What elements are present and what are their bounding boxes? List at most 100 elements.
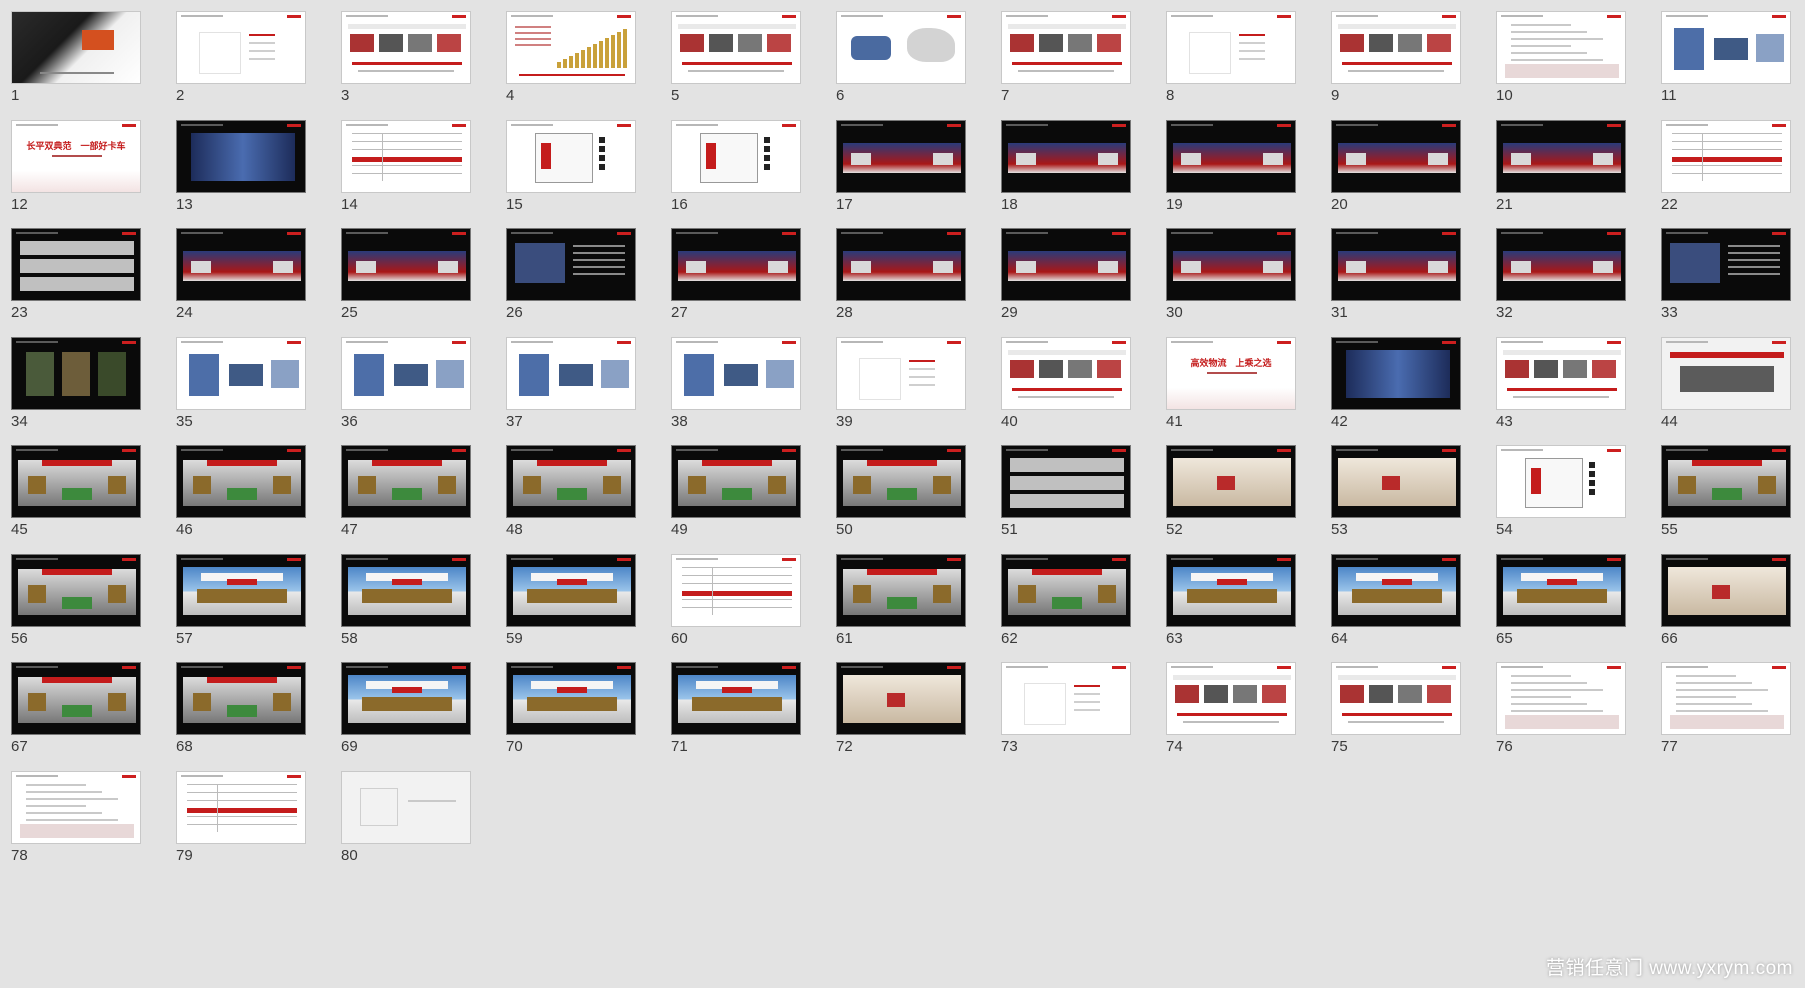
slide-thumbnail[interactable]: 38 bbox=[660, 326, 825, 451]
slide-thumbnail[interactable]: 23 bbox=[0, 217, 165, 342]
slide-thumbnail[interactable]: 66 bbox=[1650, 543, 1805, 668]
slide-preview[interactable] bbox=[671, 120, 801, 193]
slide-preview[interactable]: 高效物流 上乘之选 bbox=[1166, 337, 1296, 410]
slide-preview[interactable] bbox=[341, 120, 471, 193]
slide-preview[interactable] bbox=[11, 337, 141, 410]
slide-preview[interactable] bbox=[506, 554, 636, 627]
slide-thumbnail[interactable]: 51 bbox=[990, 434, 1155, 559]
slide-thumbnail[interactable]: 78 bbox=[0, 760, 165, 885]
slide-preview[interactable] bbox=[176, 337, 306, 410]
slide-thumbnail[interactable]: 80 bbox=[330, 760, 495, 885]
slide-thumbnail[interactable]: 54 bbox=[1485, 434, 1650, 559]
slide-thumbnail[interactable]: 63 bbox=[1155, 543, 1320, 668]
slide-thumbnail[interactable]: 71 bbox=[660, 651, 825, 776]
slide-preview[interactable] bbox=[1001, 11, 1131, 84]
slide-preview[interactable] bbox=[341, 337, 471, 410]
slide-thumbnail[interactable]: 49 bbox=[660, 434, 825, 559]
slide-thumbnail[interactable]: 42 bbox=[1320, 326, 1485, 451]
slide-thumbnail[interactable]: 32 bbox=[1485, 217, 1650, 342]
slide-thumbnail[interactable]: 65 bbox=[1485, 543, 1650, 668]
slide-preview[interactable] bbox=[671, 445, 801, 518]
slide-preview[interactable] bbox=[11, 771, 141, 844]
slide-thumbnail[interactable]: 高效物流 上乘之选 41 bbox=[1155, 326, 1320, 451]
slide-thumbnail[interactable]: 4 bbox=[495, 0, 660, 125]
slide-thumbnail[interactable]: 77 bbox=[1650, 651, 1805, 776]
slide-preview[interactable] bbox=[1661, 662, 1791, 735]
slide-preview[interactable] bbox=[506, 337, 636, 410]
slide-thumbnail[interactable]: 57 bbox=[165, 543, 330, 668]
slide-preview[interactable] bbox=[11, 11, 141, 84]
slide-preview[interactable] bbox=[341, 445, 471, 518]
slide-thumbnail[interactable]: 28 bbox=[825, 217, 990, 342]
slide-preview[interactable] bbox=[1166, 445, 1296, 518]
slide-thumbnail[interactable]: 7 bbox=[990, 0, 1155, 125]
slide-thumbnail[interactable]: 72 bbox=[825, 651, 990, 776]
slide-preview[interactable] bbox=[1661, 337, 1791, 410]
slide-preview[interactable] bbox=[1331, 445, 1461, 518]
slide-preview[interactable] bbox=[1496, 228, 1626, 301]
slide-thumbnail[interactable]: 3 bbox=[330, 0, 495, 125]
slide-preview[interactable] bbox=[1496, 662, 1626, 735]
slide-preview[interactable] bbox=[1331, 120, 1461, 193]
slide-thumbnail[interactable]: 47 bbox=[330, 434, 495, 559]
slide-thumbnail[interactable]: 19 bbox=[1155, 109, 1320, 234]
slide-preview[interactable] bbox=[176, 11, 306, 84]
slide-thumbnail[interactable]: 8 bbox=[1155, 0, 1320, 125]
slide-preview[interactable] bbox=[11, 445, 141, 518]
slide-thumbnail[interactable]: 55 bbox=[1650, 434, 1805, 559]
slide-preview[interactable] bbox=[671, 662, 801, 735]
slide-preview[interactable] bbox=[1331, 554, 1461, 627]
slide-preview[interactable] bbox=[506, 445, 636, 518]
slide-preview[interactable] bbox=[836, 228, 966, 301]
slide-preview[interactable] bbox=[341, 228, 471, 301]
slide-thumbnail[interactable]: 48 bbox=[495, 434, 660, 559]
slide-preview[interactable] bbox=[1661, 11, 1791, 84]
slide-preview[interactable] bbox=[1001, 228, 1131, 301]
slide-thumbnail[interactable]: 17 bbox=[825, 109, 990, 234]
slide-thumbnail[interactable]: 22 bbox=[1650, 109, 1805, 234]
slide-preview[interactable] bbox=[11, 662, 141, 735]
slide-thumbnail[interactable]: 26 bbox=[495, 217, 660, 342]
slide-thumbnail[interactable]: 43 bbox=[1485, 326, 1650, 451]
slide-preview[interactable] bbox=[836, 11, 966, 84]
slide-thumbnail[interactable]: 36 bbox=[330, 326, 495, 451]
slide-preview[interactable] bbox=[176, 554, 306, 627]
slide-preview[interactable] bbox=[1331, 228, 1461, 301]
slide-preview[interactable] bbox=[506, 11, 636, 84]
slide-thumbnail[interactable]: 44 bbox=[1650, 326, 1805, 451]
slide-thumbnail[interactable]: 18 bbox=[990, 109, 1155, 234]
slide-thumbnail[interactable]: 10 bbox=[1485, 0, 1650, 125]
slide-preview[interactable] bbox=[1661, 228, 1791, 301]
slide-preview[interactable] bbox=[836, 120, 966, 193]
slide-thumbnail[interactable]: 74 bbox=[1155, 651, 1320, 776]
slide-preview[interactable] bbox=[836, 337, 966, 410]
slide-thumbnail[interactable]: 79 bbox=[165, 760, 330, 885]
slide-preview[interactable] bbox=[671, 337, 801, 410]
slide-preview[interactable] bbox=[506, 228, 636, 301]
slide-thumbnail[interactable]: 25 bbox=[330, 217, 495, 342]
slide-thumbnail[interactable]: 37 bbox=[495, 326, 660, 451]
slide-preview[interactable] bbox=[1661, 554, 1791, 627]
slide-thumbnail[interactable]: 9 bbox=[1320, 0, 1485, 125]
slide-thumbnail[interactable]: 35 bbox=[165, 326, 330, 451]
slide-thumbnail[interactable]: 67 bbox=[0, 651, 165, 776]
slide-preview[interactable] bbox=[341, 771, 471, 844]
slide-preview[interactable] bbox=[1661, 445, 1791, 518]
slide-thumbnail[interactable]: 69 bbox=[330, 651, 495, 776]
slide-thumbnail[interactable]: 31 bbox=[1320, 217, 1485, 342]
slide-preview[interactable] bbox=[836, 445, 966, 518]
slide-thumbnail[interactable]: 15 bbox=[495, 109, 660, 234]
slide-preview[interactable] bbox=[1166, 228, 1296, 301]
slide-thumbnail[interactable]: 27 bbox=[660, 217, 825, 342]
slide-thumbnail[interactable]: 30 bbox=[1155, 217, 1320, 342]
slide-thumbnail[interactable]: 2 bbox=[165, 0, 330, 125]
slide-preview[interactable] bbox=[1496, 11, 1626, 84]
slide-thumbnail[interactable]: 34 bbox=[0, 326, 165, 451]
slide-thumbnail[interactable]: 58 bbox=[330, 543, 495, 668]
slide-thumbnail[interactable]: 21 bbox=[1485, 109, 1650, 234]
slide-thumbnail[interactable]: 24 bbox=[165, 217, 330, 342]
slide-thumbnail[interactable]: 29 bbox=[990, 217, 1155, 342]
slide-thumbnail[interactable]: 52 bbox=[1155, 434, 1320, 559]
slide-thumbnail[interactable]: 20 bbox=[1320, 109, 1485, 234]
slide-thumbnail[interactable]: 45 bbox=[0, 434, 165, 559]
